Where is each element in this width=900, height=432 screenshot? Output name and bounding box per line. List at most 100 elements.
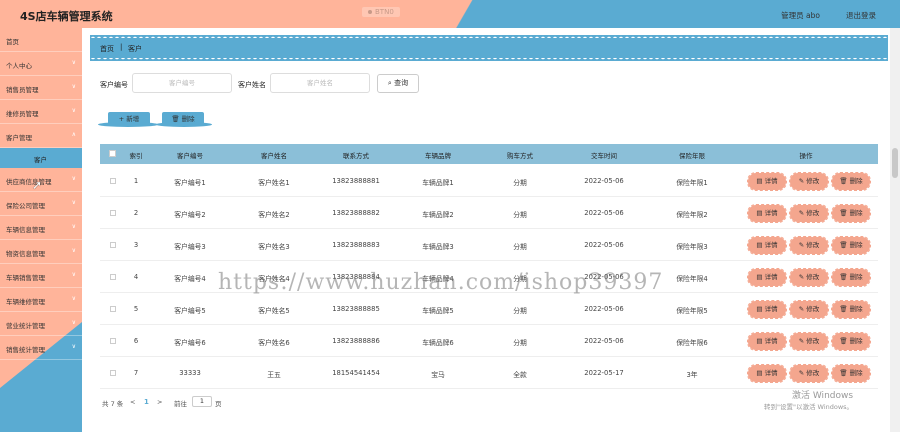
detail-button-label: 详情 (764, 177, 778, 185)
search-button-label: 查询 (394, 79, 409, 87)
row-checkbox[interactable] (110, 306, 116, 312)
current-user[interactable]: 管理员 abo (781, 10, 820, 21)
detail-button-label: 详情 (764, 369, 778, 377)
sidebar-item-9[interactable]: 车辆销售管理 ∨ (0, 264, 82, 288)
sidebar-item-label: 车辆信息管理 (6, 226, 45, 234)
row-checkbox[interactable] (110, 370, 116, 376)
column-header: 操作 (799, 152, 813, 160)
search-button[interactable]: ⌕ 查询 (377, 74, 419, 93)
delete-button[interactable]: 🗑 删除 (831, 332, 871, 351)
breadcrumb-home[interactable]: 首页 (100, 44, 114, 54)
page-scrollbar[interactable] (890, 28, 900, 432)
delete-button[interactable]: 🗑 删除 (831, 236, 871, 255)
delete-button[interactable]: 🗑 删除 (831, 268, 871, 287)
sidebar-item-3[interactable]: 维修员管理 ∨ (0, 100, 82, 124)
table-cell: 保险年限3 (676, 243, 708, 251)
sidebar-item-label: 供应商信息管理 (6, 178, 52, 186)
detail-button-label: 详情 (764, 305, 778, 313)
pager-prev-icon[interactable]: < (130, 398, 135, 406)
sidebar-item-label: 物资信息管理 (6, 250, 45, 258)
table-cell: 分期 (513, 179, 527, 187)
delete-button-label: 删除 (849, 337, 863, 345)
breadcrumb-separator: | (120, 43, 123, 51)
detail-icon: ▤ (756, 273, 765, 281)
detail-button-label: 详情 (764, 209, 778, 217)
row-checkbox[interactable] (110, 274, 116, 280)
select-all-checkbox[interactable] (109, 150, 116, 157)
detail-icon: ▤ (756, 209, 765, 217)
chevron-icon: ∨ (71, 295, 76, 302)
delete-button[interactable]: 🗑 删除 (831, 364, 871, 383)
edit-button[interactable]: ✎ 修改 (789, 364, 829, 383)
edit-button-label: 修改 (806, 241, 820, 249)
table-cell: 保险年限2 (676, 211, 708, 219)
chevron-icon: ∨ (71, 223, 76, 230)
sidebar-item-8[interactable]: 物资信息管理 ∨ (0, 240, 82, 264)
sidebar-item-10[interactable]: 车辆维修管理 ∨ (0, 288, 82, 312)
pager-goto-input[interactable]: 1 (192, 396, 212, 407)
sidebar-item-0[interactable]: 首页 (0, 28, 82, 52)
edit-icon: ✎ (798, 337, 807, 345)
sidebar-item-1[interactable]: 个人中心 ∨ (0, 52, 82, 76)
edit-icon: ✎ (798, 209, 807, 217)
windows-activation-hint: 转到"设置"以激活 Windows。 (764, 403, 854, 411)
table-cell: 分期 (513, 339, 527, 347)
delete-button[interactable]: 🗑 删除 (831, 204, 871, 223)
edit-button-label: 修改 (806, 209, 820, 217)
trash-icon: 🗑 (839, 337, 850, 345)
table-cell: 6 (133, 337, 139, 345)
edit-button[interactable]: ✎ 修改 (789, 204, 829, 223)
sidebar-item-7[interactable]: 车辆信息管理 ∨ (0, 216, 82, 240)
delete-button-label: 删除 (849, 273, 863, 281)
edit-button[interactable]: ✎ 修改 (789, 300, 829, 319)
detail-button[interactable]: ▤ 详情 (747, 364, 787, 383)
detail-button[interactable]: ▤ 详情 (747, 268, 787, 287)
table-cell: 2022-05-06 (584, 177, 624, 185)
sidebar-item-6[interactable]: 保险公司管理 ∨ (0, 192, 82, 216)
table-cell: 客户编号3 (174, 243, 206, 251)
app-title: 4S店车辆管理系统 (20, 10, 113, 23)
chevron-icon: ∨ (71, 271, 76, 278)
logout-link[interactable]: 退出登录 (846, 10, 876, 21)
customer-name-input[interactable]: 客户姓名 (270, 73, 370, 93)
sidebar-item-2[interactable]: 销售员管理 ∨ (0, 76, 82, 100)
scrollbar-thumb[interactable] (892, 148, 898, 178)
sidebar-item-11[interactable]: 营业统计管理 ∨ (0, 312, 82, 336)
table-cell: 5 (133, 305, 139, 313)
customer-code-input[interactable]: 客户编号 (132, 73, 232, 93)
table-cell: 2022-05-06 (584, 241, 624, 249)
detail-icon: ▤ (756, 305, 765, 313)
pager-page-1[interactable]: 1 (144, 398, 149, 406)
table-row: 1 客户编号1 客户姓名1 13823888881 车辆品牌1 分期 2022-05-06 保… (100, 165, 878, 197)
detail-button-label: 详情 (764, 337, 778, 345)
detail-button[interactable]: ▤ 详情 (747, 332, 787, 351)
sidebar-subitem-customer[interactable]: 客户 (0, 148, 82, 168)
row-checkbox[interactable] (110, 178, 116, 184)
edit-button[interactable]: ✎ 修改 (789, 236, 829, 255)
sidebar-item-4[interactable]: 客户管理 ∧ (0, 124, 82, 148)
detail-button[interactable]: ▤ 详情 (747, 300, 787, 319)
table-cell: 保险年限4 (676, 275, 708, 283)
table-cell: 客户编号2 (174, 211, 206, 219)
pager-next-icon[interactable]: > (157, 398, 162, 406)
row-checkbox[interactable] (110, 242, 116, 248)
table-row: 2 客户编号2 客户姓名2 13823888882 车辆品牌2 分期 2022-05-06 保… (100, 197, 878, 229)
row-checkbox[interactable] (110, 210, 116, 216)
detail-button[interactable]: ▤ 详情 (747, 236, 787, 255)
table-cell: 13823888882 (332, 209, 380, 217)
edit-button[interactable]: ✎ 修改 (789, 332, 829, 351)
delete-button[interactable]: 🗑 删除 (831, 300, 871, 319)
delete-button[interactable]: 🗑 删除 (831, 172, 871, 191)
watermark-text: https://www.huzhan.com/ishop39397 (218, 270, 664, 295)
row-checkbox[interactable] (110, 338, 116, 344)
trash-icon: 🗑 (839, 177, 850, 185)
table-cell: 车辆品牌6 (422, 339, 454, 347)
edit-button[interactable]: ✎ 修改 (789, 172, 829, 191)
table-cell: 13823888885 (332, 305, 380, 313)
sidebar-item-label: 客户管理 (6, 134, 32, 142)
sidebar-item-12[interactable]: 销售统计管理 ∨ (0, 336, 82, 360)
detail-button[interactable]: ▤ 详情 (747, 204, 787, 223)
edit-button[interactable]: ✎ 修改 (789, 268, 829, 287)
detail-button[interactable]: ▤ 详情 (747, 172, 787, 191)
table-cell: 18154541454 (332, 369, 380, 377)
